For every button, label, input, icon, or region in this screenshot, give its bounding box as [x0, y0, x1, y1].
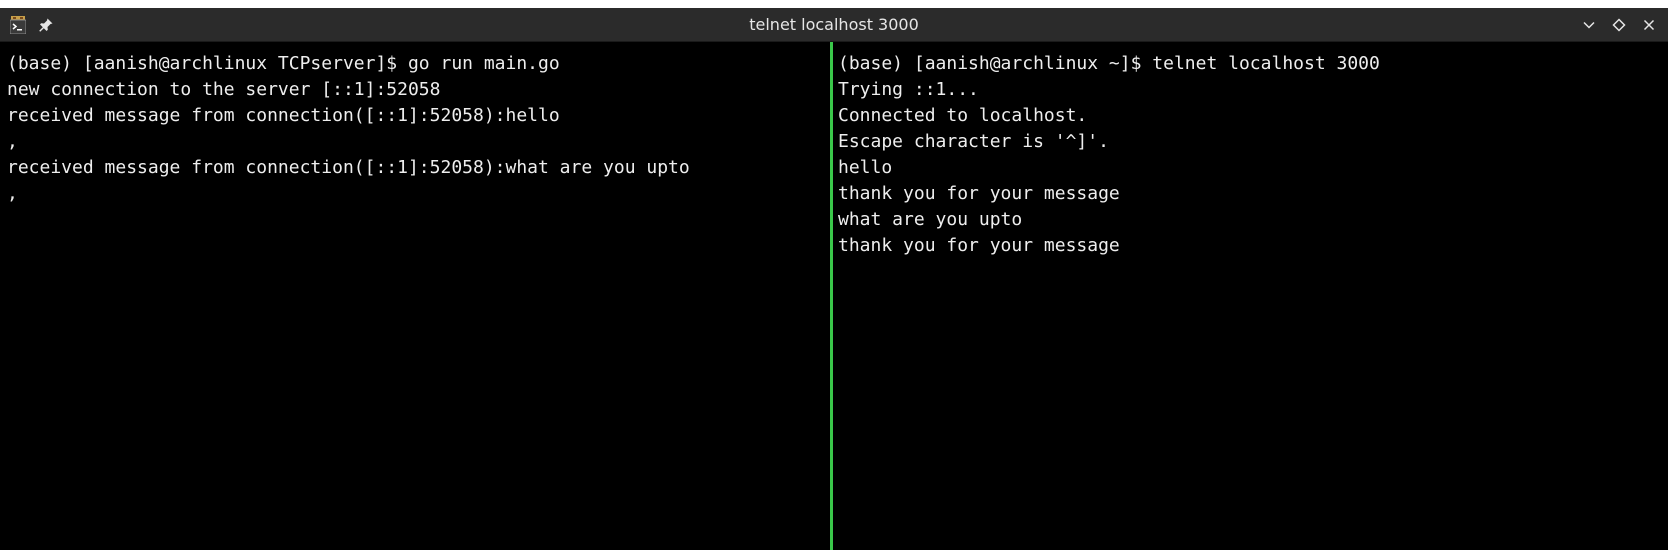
terminal-line: what are you upto: [838, 209, 1023, 230]
terminal-line: received message from connection([::1]:5…: [7, 157, 690, 178]
terminal-line: hello: [838, 157, 893, 178]
title-bar-left-controls: [10, 8, 54, 42]
right-terminal-output: (base) [aanish@archlinux ~]$ telnet loca…: [834, 42, 1668, 259]
terminal-line: ,: [7, 183, 18, 204]
terminal-line: thank you for your message: [838, 183, 1120, 204]
terminal-line: thank you for your message: [838, 235, 1120, 256]
terminal-line: (base) [aanish@archlinux ~]$ telnet loca…: [838, 53, 1380, 74]
minimize-button[interactable]: [1580, 16, 1598, 34]
terminal-line: Escape character is '^]'.: [838, 131, 1109, 152]
right-terminal-pane[interactable]: (base) [aanish@archlinux ~]$ telnet loca…: [834, 42, 1668, 550]
chevron-down-icon: [1581, 17, 1597, 33]
window-controls: [1580, 8, 1658, 42]
terminal-window: telnet localhost 3000 (base) [aanish@arc…: [0, 8, 1668, 550]
maximize-button[interactable]: [1610, 16, 1628, 34]
terminal-line: Trying ::1...: [838, 79, 979, 100]
diamond-icon: [1611, 17, 1627, 33]
title-bar[interactable]: telnet localhost 3000: [0, 8, 1668, 42]
split-divider[interactable]: [830, 42, 833, 550]
left-terminal-pane[interactable]: (base) [aanish@archlinux TCPserver]$ go …: [0, 42, 830, 550]
pin-icon[interactable]: [38, 17, 54, 33]
terminal-line: (base) [aanish@archlinux TCPserver]$ go …: [7, 53, 560, 74]
terminal-line: ,: [7, 131, 18, 152]
terminal-line: received message from connection([::1]:5…: [7, 105, 560, 126]
left-terminal-output: (base) [aanish@archlinux TCPserver]$ go …: [0, 42, 830, 207]
terminal-split-view: (base) [aanish@archlinux TCPserver]$ go …: [0, 42, 1668, 550]
terminal-line: new connection to the server [::1]:52058: [7, 79, 441, 100]
close-icon: [1641, 17, 1657, 33]
terminal-app-icon[interactable]: [10, 16, 26, 34]
terminal-line: Connected to localhost.: [838, 105, 1088, 126]
window-title: telnet localhost 3000: [749, 15, 919, 34]
close-button[interactable]: [1640, 16, 1658, 34]
